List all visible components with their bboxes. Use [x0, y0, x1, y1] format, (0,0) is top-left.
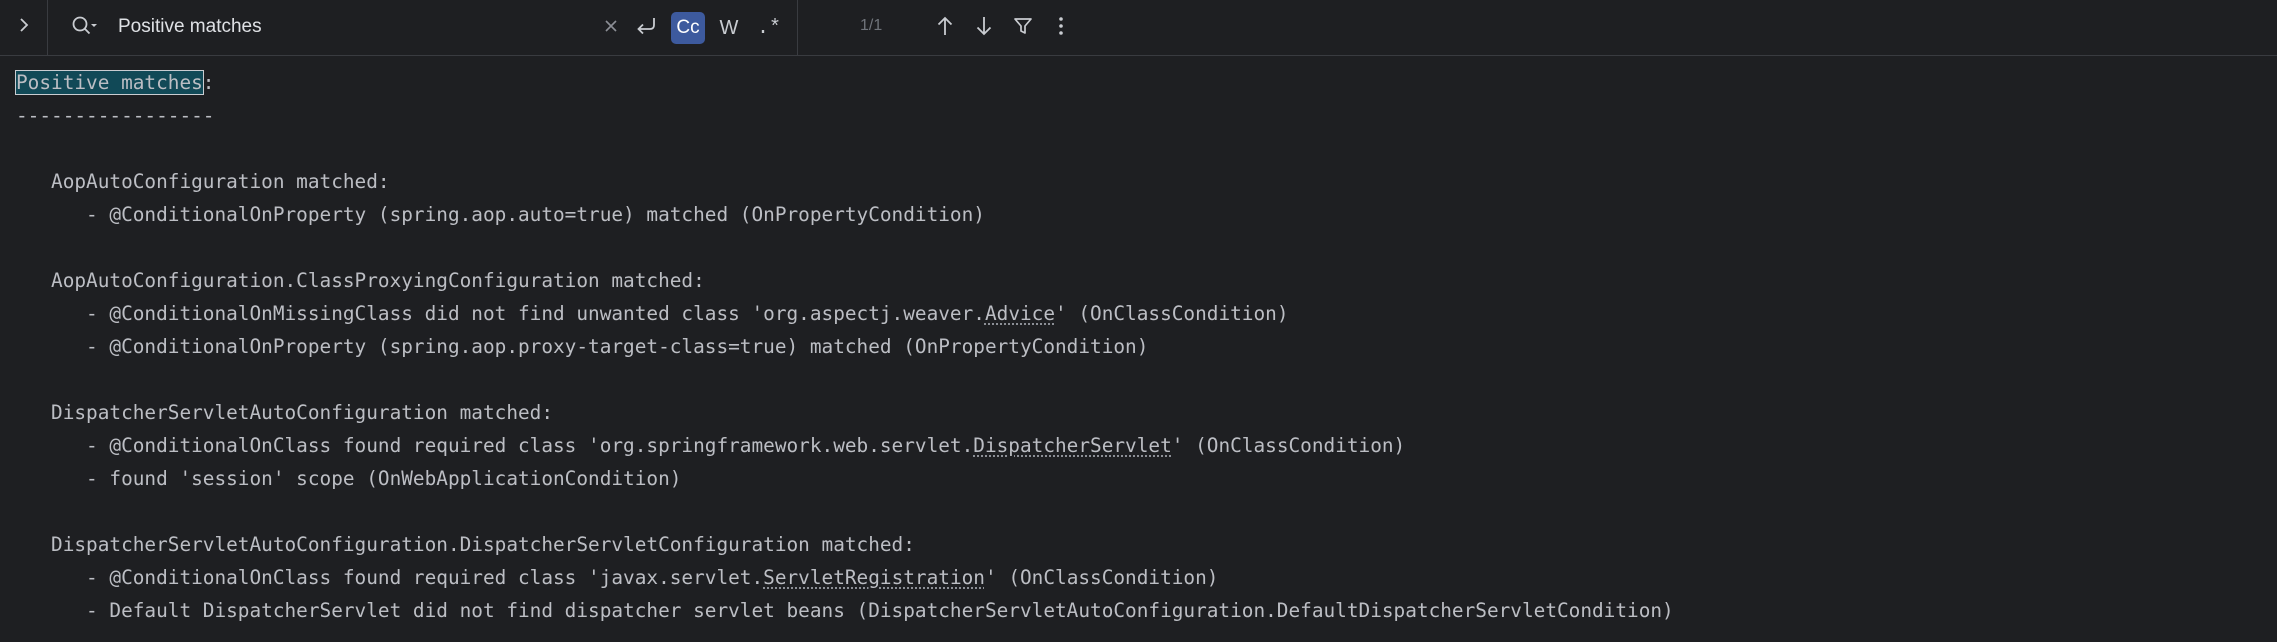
code-line: - found 'session' scope (OnWebApplicatio…	[16, 467, 682, 490]
clear-search-button[interactable]	[597, 12, 625, 44]
code-text: - @ConditionalOnClass found required cla…	[16, 434, 974, 457]
arrow-down-icon	[975, 15, 993, 42]
previous-occurrence-button[interactable]	[930, 12, 960, 44]
code-line: - @ConditionalOnClass found required cla…	[16, 429, 1405, 462]
code-line: -----------------	[16, 104, 215, 127]
match-case-toggle[interactable]: Cc	[671, 12, 705, 44]
class-reference-link[interactable]: DispatcherServlet	[973, 434, 1171, 457]
code-text: ' (OnClassCondition)	[1055, 302, 1289, 325]
code-line: - @ConditionalOnProperty (spring.aop.aut…	[16, 203, 985, 226]
chevron-right-icon	[17, 17, 31, 38]
code-line: - Default DispatcherServlet did not find…	[16, 599, 1674, 622]
new-line-icon	[634, 15, 658, 42]
code-line: AopAutoConfiguration.ClassProxyingConfig…	[16, 269, 705, 292]
search-input[interactable]	[118, 12, 578, 42]
code-line: Positive matches:	[15, 66, 215, 99]
search-match-highlight: Positive matches	[15, 70, 204, 95]
code-line: - @ConditionalOnClass found required cla…	[16, 561, 1218, 594]
code-text: ' (OnClassCondition)	[1171, 434, 1406, 457]
whole-words-toggle[interactable]: W	[712, 12, 746, 44]
expand-replace-toggle[interactable]	[0, 0, 48, 55]
editor-area[interactable]: Positive matches: ----------------- AopA…	[0, 56, 2277, 642]
close-icon	[603, 18, 619, 39]
more-options-button[interactable]	[1047, 12, 1075, 44]
code-text: - @ConditionalOnClass found required cla…	[16, 566, 764, 589]
next-occurrence-button[interactable]	[969, 12, 999, 44]
arrow-up-icon	[936, 15, 954, 42]
new-line-button[interactable]	[630, 12, 662, 44]
search-history-icon	[70, 14, 100, 43]
find-bar: Cc W .* 1/1	[0, 0, 2277, 56]
code-line: - @ConditionalOnMissingClass did not fin…	[16, 297, 1289, 330]
code-line: - @ConditionalOnProperty (spring.aop.pro…	[16, 335, 1149, 358]
filter-search-results-button[interactable]	[1008, 12, 1038, 44]
regex-toggle[interactable]: .*	[752, 12, 786, 44]
match-count: 1/1	[860, 17, 883, 34]
filter-icon	[1013, 16, 1033, 41]
code-line: DispatcherServletAutoConfiguration.Dispa…	[16, 533, 915, 556]
code-text: - @ConditionalOnMissingClass did not fin…	[16, 302, 985, 325]
find-bar-divider	[797, 0, 798, 55]
code-text: ' (OnClassCondition)	[984, 566, 1219, 589]
class-reference-link[interactable]: ServletRegistration	[763, 566, 985, 589]
code-line: DispatcherServletAutoConfiguration match…	[16, 401, 554, 424]
code-line: AopAutoConfiguration matched:	[16, 170, 390, 193]
code-text: :	[202, 71, 215, 94]
search-history-button[interactable]	[70, 14, 102, 42]
class-reference-link[interactable]: Advice	[985, 302, 1055, 325]
more-vertical-icon	[1058, 16, 1064, 41]
